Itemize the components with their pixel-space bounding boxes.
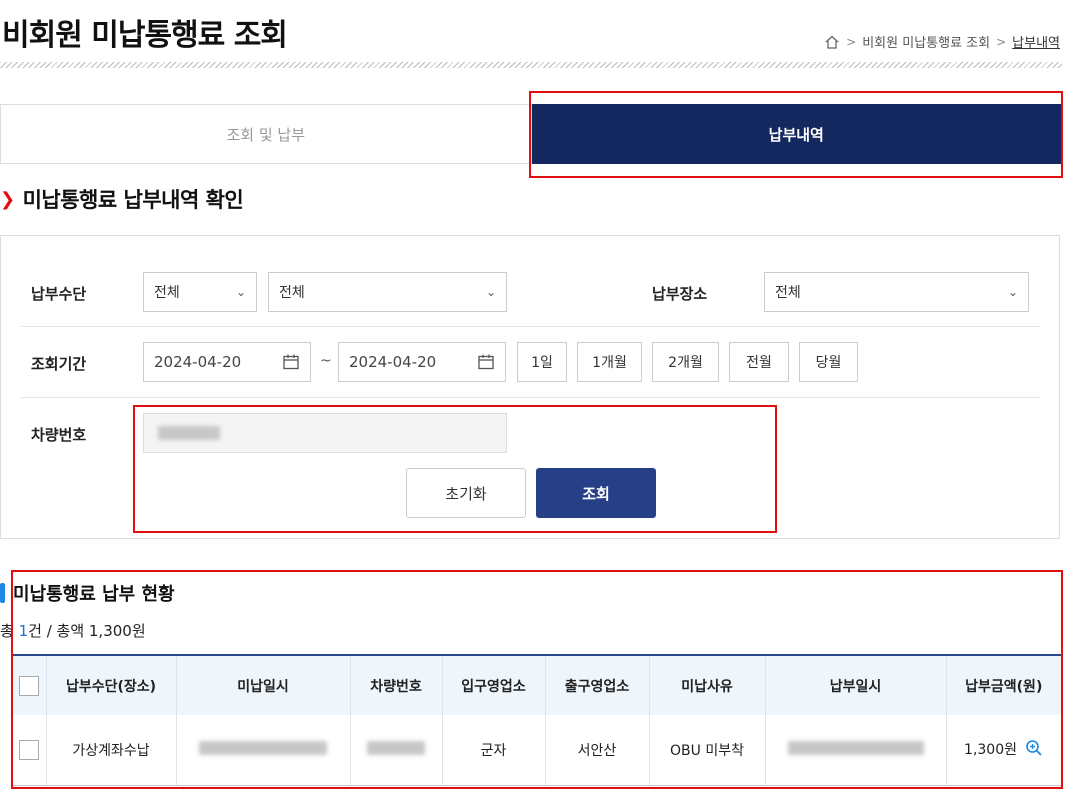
blurred-unpaid-datetime [199, 740, 327, 755]
breadcrumb-current[interactable]: 납부내역 [1012, 32, 1060, 51]
payment-place-label: 납부장소 [652, 285, 708, 303]
plate-number-input[interactable] [143, 413, 507, 453]
result-summary: 총 1건 / 총액 1,300원 [0, 620, 146, 641]
column-header: 납부수단(장소) [46, 654, 177, 715]
chevron-down-icon: ⌄ [1007, 285, 1018, 299]
tab-payment-history[interactable]: 납부내역 [531, 104, 1061, 164]
payment-table: 납부수단(장소) 미납일시 차량번호 입구영업소 출구영업소 미납사유 납부일시… [13, 654, 1061, 786]
home-icon[interactable] [824, 34, 840, 50]
payment-method-detail-value: 전체 [279, 285, 305, 301]
title-divider [0, 62, 1062, 68]
row-checkbox[interactable] [19, 739, 40, 760]
column-header: 미납일시 [176, 654, 351, 715]
page-title: 비회원 미납통행료 조회 [2, 18, 288, 53]
column-header: 미납사유 [649, 654, 766, 715]
calendar-icon[interactable] [282, 353, 300, 371]
status-title-text: 미납통행료 납부 현황 [13, 584, 175, 605]
column-header: 납부일시 [765, 654, 947, 715]
payment-method-select[interactable]: 전체 ⌄ [143, 272, 257, 312]
quick-this-month-button[interactable]: 당월 [799, 342, 858, 382]
cell-exit-office: 서안산 [545, 715, 650, 786]
chevron-down-icon: ⌄ [485, 285, 496, 299]
select-all-header [13, 654, 47, 715]
blurred-plate-number [158, 426, 220, 440]
breadcrumb-item[interactable]: 비회원 미납통행료 조회 [862, 32, 990, 51]
cell-reason: OBU 미부착 [649, 715, 766, 786]
date-from-input[interactable]: 2024-04-20 [143, 342, 311, 382]
column-header: 출구영업소 [545, 654, 650, 715]
payment-method-label: 납부수단 [31, 285, 87, 303]
tab-inquiry-payment[interactable]: 조회 및 납부 [0, 104, 532, 164]
blurred-paid-datetime [787, 740, 924, 755]
status-section-title: 미납통행료 납부 현황 [0, 580, 175, 606]
summary-suffix: 건 / 총액 1,300원 [28, 622, 146, 640]
period-label: 조회기간 [31, 355, 87, 373]
column-header: 입구영업소 [442, 654, 546, 715]
quick-prev-month-button[interactable]: 전월 [729, 342, 789, 382]
row-divider [21, 326, 1041, 327]
result-count: 1 [18, 622, 29, 640]
filter-panel: 납부수단 전체 ⌄ 전체 ⌄ 납부장소 전체 ⌄ 조회기간 2024-04-20… [0, 235, 1060, 539]
zoom-in-icon[interactable] [1025, 739, 1043, 761]
row-divider [21, 397, 1041, 398]
plate-label: 차량번호 [31, 426, 87, 444]
chevron-down-icon: ⌄ [235, 285, 246, 299]
chevron-right-icon: ❯ [0, 188, 15, 210]
row-select-cell [13, 715, 47, 786]
select-all-checkbox[interactable] [19, 675, 40, 696]
tab-bar: 조회 및 납부 납부내역 [0, 104, 1061, 164]
payment-method-select-value: 전체 [154, 285, 180, 301]
calendar-icon[interactable] [477, 353, 495, 371]
amount-value: 1,300원 [964, 741, 1017, 758]
payment-place-select-value: 전체 [775, 285, 801, 301]
payment-place-select[interactable]: 전체 ⌄ [764, 272, 1029, 312]
search-button[interactable]: 조회 [536, 468, 656, 518]
payment-method-detail-select[interactable]: 전체 ⌄ [268, 272, 507, 312]
section-title: ❯ 미납통행료 납부내역 확인 [0, 184, 244, 214]
title-bar-marker [0, 583, 5, 603]
cell-unpaid-datetime [176, 715, 351, 786]
quick-1day-button[interactable]: 1일 [517, 342, 567, 382]
table-header-row: 납부수단(장소) 미납일시 차량번호 입구영업소 출구영업소 미납사유 납부일시… [13, 654, 1061, 715]
cell-plate-number [350, 715, 443, 786]
cell-entry-office: 군자 [442, 715, 546, 786]
cell-amount: 1,300원 [946, 715, 1061, 786]
date-from-value: 2024-04-20 [154, 353, 242, 371]
cell-payment-method: 가상계좌수납 [46, 715, 177, 786]
date-range-separator: ~ [320, 353, 332, 369]
table-row: 가상계좌수납 군자 서안산 OBU 미부착 1,300원 [13, 715, 1061, 786]
summary-prefix: 총 [0, 622, 19, 640]
quick-1month-button[interactable]: 1개월 [577, 342, 642, 382]
date-to-value: 2024-04-20 [349, 353, 437, 371]
column-header: 차량번호 [350, 654, 443, 715]
quick-2month-button[interactable]: 2개월 [652, 342, 719, 382]
section-title-text: 미납통행료 납부내역 확인 [22, 188, 244, 212]
column-header: 납부금액(원) [946, 654, 1061, 715]
breadcrumb-separator-icon: > [996, 34, 1007, 49]
breadcrumb: > 비회원 미납통행료 조회 > 납부내역 [824, 32, 1060, 51]
blurred-plate-number [367, 740, 425, 755]
date-to-input[interactable]: 2024-04-20 [338, 342, 506, 382]
cell-paid-datetime [765, 715, 947, 786]
reset-button[interactable]: 초기화 [406, 468, 526, 518]
breadcrumb-separator-icon: > [846, 34, 857, 49]
